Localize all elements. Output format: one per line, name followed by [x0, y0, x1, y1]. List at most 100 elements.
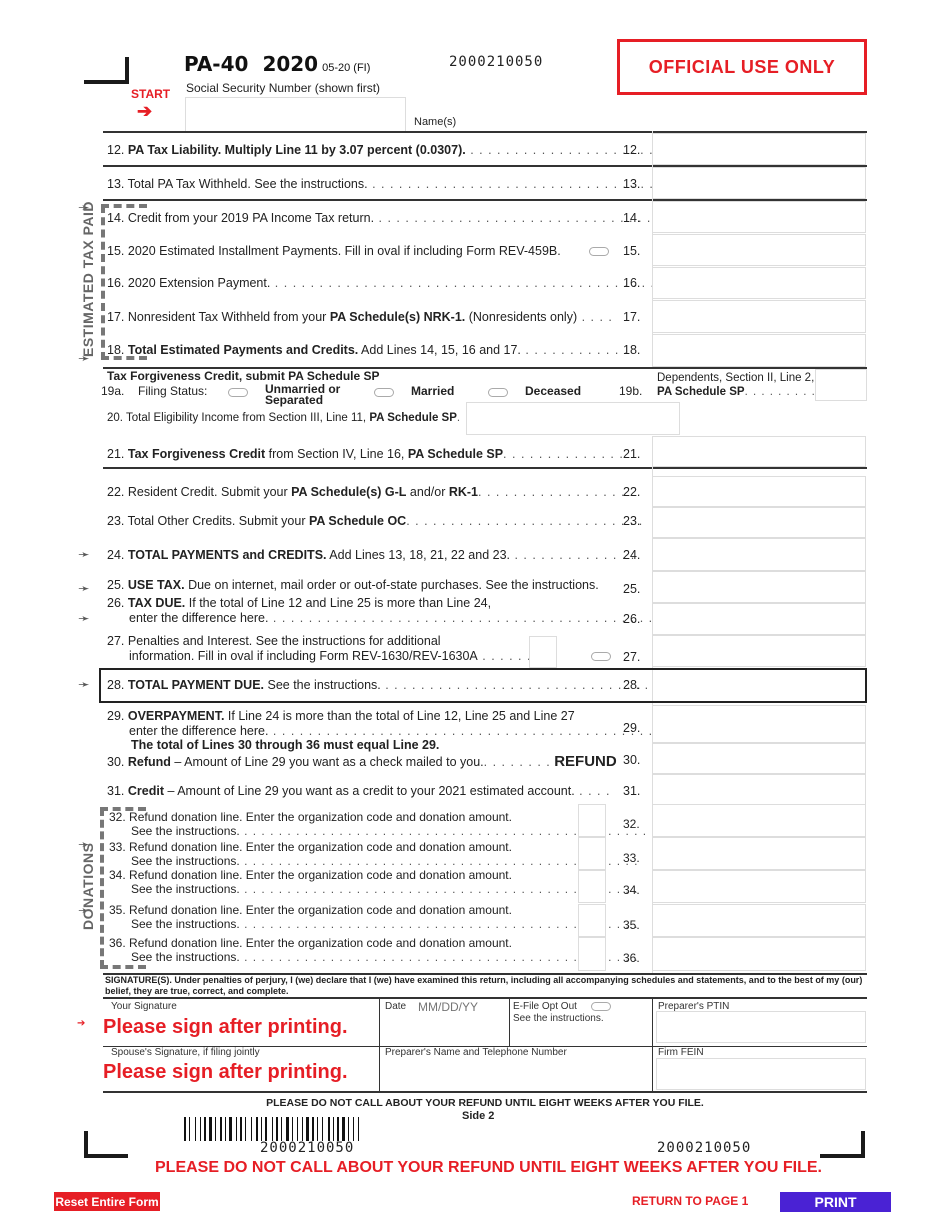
line-label: If the total of Line 12 and Line 25 is m… [185, 596, 492, 610]
barcode-bar [317, 1117, 318, 1141]
line-32-code-input[interactable] [578, 804, 606, 837]
barcode-bar [350, 1117, 352, 1141]
line-12-amount[interactable] [652, 133, 866, 165]
crop-mark-bottom-right [820, 1131, 865, 1158]
line-label: PA Tax Liability. Multiply Line 11 by 3.… [127, 143, 466, 157]
line-30-amount[interactable] [652, 743, 866, 774]
dependents-input[interactable] [815, 369, 867, 401]
line-number: 16. [107, 276, 125, 290]
option-label: Separated [265, 393, 324, 407]
line-ref: 28. [623, 678, 641, 692]
reset-form-button[interactable]: Reset Entire Form [54, 1192, 160, 1211]
line-34-code-input[interactable] [578, 870, 606, 903]
names-input[interactable] [470, 108, 860, 130]
barcode-bar [251, 1117, 252, 1141]
line-23-amount[interactable] [652, 507, 866, 538]
line-ref: 36. [623, 951, 640, 965]
line-19b-number: 19b. [619, 384, 643, 398]
line-ref: 31. [623, 784, 641, 798]
barcode-bar [340, 1117, 341, 1141]
barcode-bar [259, 1117, 260, 1141]
line-24-amount[interactable] [652, 538, 866, 571]
line-number: 33. [109, 840, 126, 854]
line-label: enter the difference here. [129, 724, 269, 738]
line-label-bold: TOTAL PAYMENT DUE. [127, 678, 265, 692]
rev-459b-oval[interactable] [589, 247, 609, 256]
line-number: 32. [109, 810, 126, 824]
line-26-amount[interactable] [652, 603, 866, 635]
line-35-code-input[interactable] [578, 904, 606, 937]
print-button[interactable]: PRINT [780, 1192, 891, 1212]
line-28-amount[interactable] [652, 670, 864, 701]
firm-fein-label: Firm FEIN [658, 1047, 704, 1058]
divider [509, 999, 510, 1046]
line-14-amount[interactable] [652, 201, 866, 233]
line-number: 20. [107, 412, 123, 424]
barcode-bar [229, 1117, 232, 1141]
filing-status-unmarried-oval[interactable] [228, 388, 248, 397]
line-29-amount[interactable] [652, 705, 866, 743]
line-19a-number: 19a. [101, 384, 125, 398]
line-27-code-input[interactable] [529, 636, 557, 668]
filing-status-married-oval[interactable] [374, 388, 394, 397]
barcode-bar [213, 1117, 214, 1141]
line-27-amount[interactable] [652, 635, 866, 667]
barcode-bar [315, 1117, 316, 1141]
date-input[interactable] [418, 999, 503, 1015]
line-number: 23. [107, 514, 125, 528]
efile-opt-out-oval[interactable] [591, 1002, 611, 1011]
line-number: 28. [107, 678, 125, 692]
line-label: See the instructions. [131, 824, 240, 838]
line-13-amount[interactable] [652, 167, 866, 199]
barcode-bar [191, 1117, 194, 1141]
line-number: 21. [107, 447, 125, 461]
signature-declaration: SIGNATURE(S). Under penalties of perjury… [105, 975, 863, 996]
ssn-input[interactable] [185, 97, 406, 132]
line-15-amount[interactable] [652, 234, 866, 266]
arrow-icon: ➛ [78, 676, 90, 692]
line-32-amount[interactable] [652, 804, 866, 837]
line-label-bold: TOTAL PAYMENTS and CREDITS. [127, 548, 327, 562]
barcode-bar [283, 1117, 285, 1141]
line-20-amount[interactable] [466, 402, 680, 435]
line-31-amount[interactable] [652, 774, 866, 806]
barcode-bar [286, 1117, 289, 1141]
line-number: 17. [107, 310, 125, 324]
line-36-amount[interactable] [652, 937, 866, 971]
line-number: 27. [107, 634, 125, 648]
line-33-amount[interactable] [652, 837, 866, 870]
line-17-amount[interactable] [652, 300, 866, 333]
rev-1630-oval[interactable] [591, 652, 611, 661]
return-to-page-1-link[interactable]: RETURN TO PAGE 1 [632, 1194, 748, 1208]
barcode-bar [184, 1117, 186, 1141]
your-signature-label: Your Signature [111, 1001, 177, 1012]
line-ref: 26. [623, 612, 641, 626]
line-34-amount[interactable] [652, 870, 866, 903]
ssn-label: Social Security Number (shown first) [186, 81, 381, 95]
line-label: Nonresident Tax Withheld from your [127, 310, 330, 324]
barcode-bar [227, 1117, 228, 1141]
line-18-amount[interactable] [652, 334, 866, 367]
line-22-amount[interactable] [652, 476, 866, 507]
line-33-code-input[interactable] [578, 837, 606, 870]
line-21-amount[interactable] [652, 436, 866, 467]
line-ref: 33. [623, 851, 640, 865]
line-label-bold: PA Schedule(s) NRK-1. [329, 310, 466, 324]
line-16-amount[interactable] [652, 267, 866, 299]
line-35-amount[interactable] [652, 904, 866, 937]
barcode-bar [348, 1117, 349, 1141]
line-ref: 13. [623, 177, 641, 191]
official-use-box: OFFICIAL USE ONLY [617, 39, 867, 95]
line-ref: 16. [623, 276, 641, 290]
filing-status-deceased-oval[interactable] [488, 388, 508, 397]
line-ref: 30. [623, 753, 641, 767]
barcode-bar [245, 1117, 246, 1141]
line-ref: 23. [623, 514, 641, 528]
spouse-signature-label: Spouse's Signature, if filing jointly [111, 1047, 260, 1058]
firm-fein-input[interactable] [656, 1058, 866, 1090]
barcode-bar [358, 1117, 359, 1141]
barcode-bar [215, 1117, 216, 1141]
line-label: information. Fill in oval if including F… [129, 649, 478, 663]
line-36-code-input[interactable] [578, 937, 606, 971]
ptin-input[interactable] [656, 1011, 866, 1043]
